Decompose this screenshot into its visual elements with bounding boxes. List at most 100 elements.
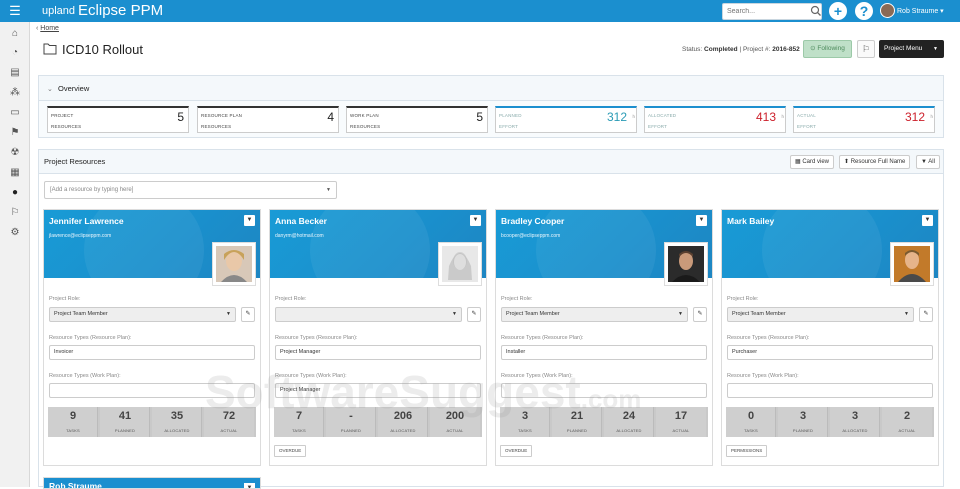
- rt-resource-plan-field[interactable]: Project Manager: [275, 345, 481, 360]
- edit-pencil-icon[interactable]: ✎: [467, 307, 481, 322]
- project-role-label: Project Role:: [275, 296, 307, 302]
- rt-resource-plan-label: Resource Types (Resource Plan):: [727, 335, 810, 341]
- rt-work-plan-field[interactable]: [501, 383, 707, 398]
- help-button[interactable]: ?: [855, 2, 873, 20]
- metric-value: 5: [476, 110, 483, 124]
- search-icon[interactable]: [810, 5, 822, 17]
- rt-work-plan-field[interactable]: [727, 383, 933, 398]
- metric-planned-effort[interactable]: PLANNED EFFORT 312 h: [495, 106, 637, 133]
- metric-label: WORK PLAN: [350, 113, 379, 118]
- resource-stats: 0 TASKS 3 PLANNED 3 ALLOCATED 2 ACTUAL: [726, 407, 934, 437]
- overview-header[interactable]: ⌄ Overview: [39, 76, 943, 101]
- metric-allocated-effort[interactable]: ALLOCATED EFFORT 413 h: [644, 106, 786, 133]
- project-status-line: Status: Completed | Project #: 2016-852: [682, 46, 800, 53]
- following-button[interactable]: ⊙ Following: [803, 40, 852, 58]
- card-view-button[interactable]: ▦ Card view: [790, 155, 835, 169]
- metric-resource-plan-resources[interactable]: RESOURCE PLAN RESOURCES 4: [197, 106, 339, 133]
- project-role-select[interactable]: Project Team Member ▼: [49, 307, 236, 322]
- rt-resource-plan-field[interactable]: Invoicer: [49, 345, 255, 360]
- resource-name[interactable]: Jennifer Lawrence: [49, 216, 124, 226]
- resource-name[interactable]: Mark Bailey: [727, 216, 774, 226]
- dashboard-icon[interactable]: ◔: [8, 46, 22, 60]
- card-menu-button[interactable]: ▼: [244, 483, 255, 488]
- person-icon[interactable]: ●: [8, 186, 22, 200]
- rt-work-plan-label: Resource Types (Work Plan):: [275, 373, 347, 379]
- flag-icon[interactable]: ⚑: [8, 126, 22, 140]
- card-menu-button[interactable]: ▼: [470, 215, 481, 226]
- overdue-tag[interactable]: OVERDUE: [274, 445, 307, 457]
- resource-email[interactable]: jlawrence@eclipseppm.com: [49, 233, 111, 239]
- metric-label: RESOURCES: [51, 124, 82, 129]
- folder-icon: [43, 43, 57, 55]
- rt-resource-plan-field[interactable]: Installer: [501, 345, 707, 360]
- calendar-icon[interactable]: ▦: [8, 166, 22, 180]
- metric-label: ACTUAL: [797, 113, 816, 118]
- page-title: ICD10 Rollout: [62, 42, 143, 57]
- brand-logo[interactable]: upland Eclipse PPM: [42, 2, 163, 20]
- rt-resource-plan-field[interactable]: Purchaser: [727, 345, 933, 360]
- stat-allocated: 3 ALLOCATED: [830, 407, 880, 437]
- folder-icon[interactable]: ▭: [8, 106, 22, 120]
- overdue-tag[interactable]: OVERDUE: [500, 445, 533, 457]
- sort-button[interactable]: ⬆ Resource Full Name: [839, 155, 911, 169]
- stat-value: 24: [622, 410, 636, 422]
- documents-icon[interactable]: ▤: [8, 66, 22, 80]
- home-icon[interactable]: ⌂: [8, 27, 22, 41]
- project-role-select[interactable]: Project Team Member ▼: [727, 307, 914, 322]
- metric-work-plan-resources[interactable]: WORK PLAN RESOURCES 5: [346, 106, 488, 133]
- project-flag-button[interactable]: ⚐: [857, 40, 875, 58]
- breadcrumb: ‹ Home: [36, 25, 59, 32]
- permissions-tag[interactable]: PERMISSIONS: [726, 445, 768, 457]
- user-avatar[interactable]: [880, 3, 895, 18]
- card-menu-button[interactable]: ▼: [696, 215, 707, 226]
- add-button[interactable]: +: [829, 2, 847, 20]
- stat-label: ACTUAL: [446, 428, 464, 433]
- following-label: Following: [817, 45, 845, 52]
- chevron-down-icon[interactable]: ⌄: [47, 85, 53, 93]
- resource-email[interactable]: bcooper@eclipseppm.com: [501, 233, 560, 239]
- gear-icon[interactable]: ⚙: [8, 226, 22, 240]
- add-resource-input[interactable]: [Add a resource by typing here] ▼: [44, 181, 337, 199]
- resource-stats: 7 TASKS - PLANNED 206 ALLOCATED 200 ACTUAL: [274, 407, 482, 437]
- card-menu-button[interactable]: ▼: [244, 215, 255, 226]
- project-role-select[interactable]: ▼: [275, 307, 462, 322]
- project-resources-panel: Project Resources ▦ Card view ⬆ Resource…: [38, 149, 944, 489]
- stat-actual: 200 ACTUAL: [430, 407, 480, 437]
- edit-pencil-icon[interactable]: ✎: [693, 307, 707, 322]
- project-menu-button[interactable]: Project Menu ▼: [879, 40, 944, 58]
- caret-down-icon: ▼: [452, 311, 457, 317]
- hamburger-menu-icon[interactable]: ☰: [0, 0, 30, 22]
- rt-work-plan-field[interactable]: [49, 383, 255, 398]
- metric-actual-effort[interactable]: ACTUAL EFFORT 312 h: [793, 106, 935, 133]
- rt-work-plan-field[interactable]: Project Manager: [275, 383, 481, 398]
- stat-label: ALLOCATED: [164, 428, 190, 433]
- edit-pencil-icon[interactable]: ✎: [919, 307, 933, 322]
- resource-name[interactable]: Anna Becker: [275, 216, 327, 226]
- stat-value: 2: [903, 410, 911, 422]
- resource-email[interactable]: danyrm@hotmail.com: [275, 233, 324, 239]
- portfolio-icon[interactable]: ⁂: [8, 86, 22, 100]
- stat-value: 17: [674, 410, 688, 422]
- edit-pencil-icon[interactable]: ✎: [241, 307, 255, 322]
- search-input[interactable]: [722, 3, 822, 20]
- stat-label: ALLOCATED: [842, 428, 868, 433]
- metric-label: EFFORT: [648, 124, 668, 129]
- hours-unit: h: [632, 114, 635, 119]
- rt-work-plan-label: Resource Types (Work Plan):: [501, 373, 573, 379]
- stat-label: PLANNED: [114, 428, 136, 433]
- filter-icon: ▼: [921, 159, 927, 165]
- stat-value: 21: [570, 410, 584, 422]
- breadcrumb-home-link[interactable]: Home: [40, 25, 59, 32]
- metric-project-resources[interactable]: PROJECT RESOURCES 5: [47, 106, 189, 133]
- project-role-select[interactable]: Project Team Member ▼: [501, 307, 688, 322]
- resource-name[interactable]: Rob Straume: [49, 481, 102, 488]
- card-menu-button[interactable]: ▼: [922, 215, 933, 226]
- radiation-icon[interactable]: ☢: [8, 146, 22, 160]
- resource-name[interactable]: Bradley Cooper: [501, 216, 564, 226]
- filter-button[interactable]: ▼ All: [916, 155, 940, 169]
- hours-unit: h: [930, 114, 933, 119]
- stat-allocated: 35 ALLOCATED: [152, 407, 202, 437]
- stat-value: 206: [393, 410, 413, 422]
- user-menu[interactable]: Rob Straume ▾: [897, 7, 944, 15]
- settings-flag-icon[interactable]: ⚐: [8, 206, 22, 220]
